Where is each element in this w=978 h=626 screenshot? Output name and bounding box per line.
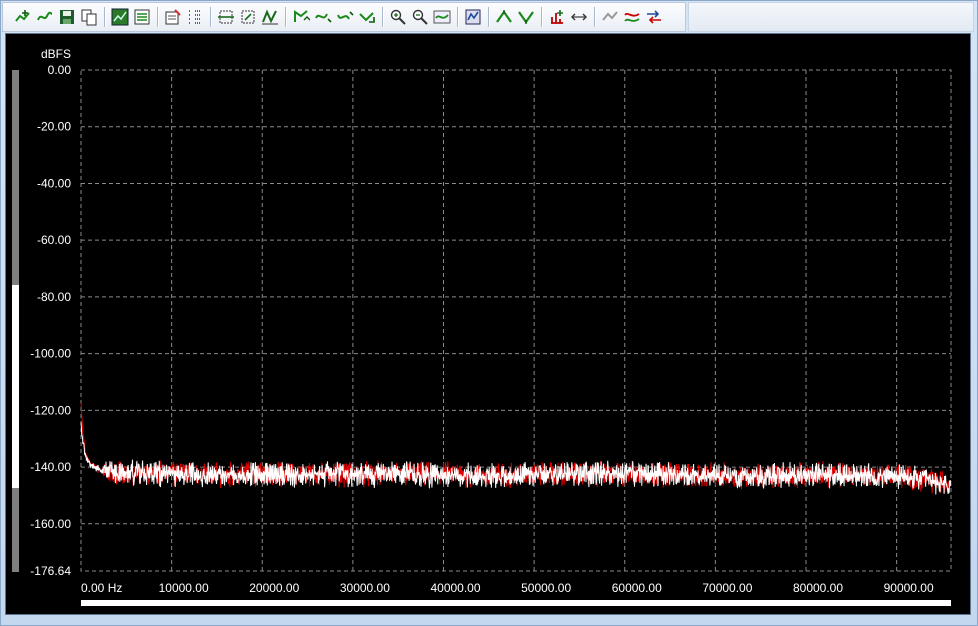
y-tick-label: -160.00 — [30, 517, 71, 531]
x-tick-label: 80000.00 — [793, 581, 843, 595]
x-axis: 0.00 Hz 10000.00 20000.00 30000.00 40000.00 5… — [81, 581, 934, 595]
x-tick-label: 0.00 Hz — [81, 581, 122, 595]
x-tick-label: 30000.00 — [340, 581, 390, 595]
y-tick-label: -140.00 — [30, 460, 71, 474]
plot-border — [80, 69, 952, 572]
y-tick-label: -176.64 — [30, 564, 71, 578]
vertical-scrollbar[interactable] — [12, 70, 19, 572]
y-axis: 0.00 -20.00 -40.00 -60.00 -80.00 -100.00 -120.… — [30, 63, 71, 578]
y-tick-label: -80.00 — [37, 290, 71, 304]
x-tick-label: 50000.00 — [521, 581, 571, 595]
x-tick-label: 60000.00 — [612, 581, 662, 595]
vertical-scrollbar-thumb[interactable] — [12, 285, 19, 488]
x-tick-label: 40000.00 — [430, 581, 480, 595]
x-tick-label: 10000.00 — [159, 581, 209, 595]
x-tick-label: 20000.00 — [249, 581, 299, 595]
y-tick-label: -40.00 — [37, 176, 71, 190]
grid — [80, 69, 952, 572]
horizontal-scrollbar[interactable] — [81, 600, 951, 606]
spectrum-chart: 0.00 -20.00 -40.00 -60.00 -80.00 -100.00 -120.… — [30, 47, 952, 595]
y-tick-label: -120.00 — [30, 403, 71, 417]
y-tick-label: -20.00 — [37, 120, 71, 134]
x-tick-label: 90000.00 — [884, 581, 934, 595]
y-axis-label: dBFS — [41, 47, 71, 61]
y-tick-label: -100.00 — [30, 347, 71, 361]
x-tick-label: 70000.00 — [702, 581, 752, 595]
series-line-2 — [80, 422, 952, 495]
y-tick-label: 0.00 — [48, 63, 72, 77]
series-layer — [80, 403, 952, 495]
y-tick-label: -60.00 — [37, 233, 71, 247]
